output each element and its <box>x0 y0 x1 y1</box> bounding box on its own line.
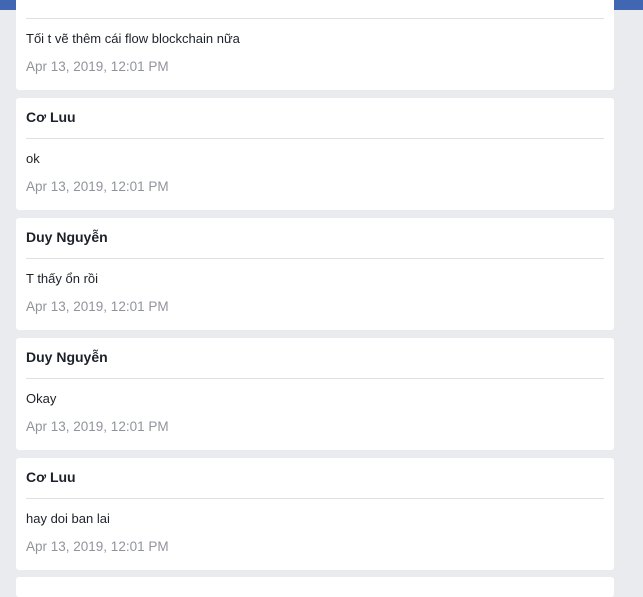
message-timestamp[interactable]: Apr 13, 2019, 12:01 PM <box>26 178 169 196</box>
message-card: Duy Nguyễn T thấy ổn rồi Apr 13, 2019, 1… <box>16 218 614 330</box>
sender-name[interactable]: Cơ Luu <box>26 468 76 486</box>
divider <box>26 378 604 379</box>
message-text: T thấy ổn rồi <box>26 271 99 286</box>
message-timestamp[interactable]: Apr 13, 2019, 12:01 PM <box>26 58 169 76</box>
sender-name[interactable]: Duy Nguyễn <box>26 228 108 246</box>
message-card-partial <box>16 577 614 597</box>
sender-name[interactable]: Cơ Luu <box>26 108 76 126</box>
divider <box>26 138 604 139</box>
message-text: Tối t vẽ thêm cái flow blockchain nữa <box>26 31 240 46</box>
message-timestamp[interactable]: Apr 13, 2019, 12:01 PM <box>26 418 169 436</box>
message-card: Cơ Luu hay doi ban lai Apr 13, 2019, 12:… <box>16 458 614 570</box>
message-card: Duy Nguyễn Okay Apr 13, 2019, 12:01 PM <box>16 338 614 450</box>
message-text: Okay <box>26 391 57 406</box>
message-timestamp[interactable]: Apr 13, 2019, 12:01 PM <box>26 298 169 316</box>
message-card: Cơ Luu ok Apr 13, 2019, 12:01 PM <box>16 98 614 210</box>
message-text: ok <box>26 151 40 166</box>
sender-name[interactable]: Duy Nguyễn <box>26 348 108 366</box>
message-text: hay doi ban lai <box>26 511 110 526</box>
divider <box>26 258 604 259</box>
message-timestamp[interactable]: Apr 13, 2019, 12:01 PM <box>26 538 169 556</box>
message-card: Tối t vẽ thêm cái flow blockchain nữa Ap… <box>16 0 614 90</box>
divider <box>26 498 604 499</box>
divider <box>26 18 604 19</box>
